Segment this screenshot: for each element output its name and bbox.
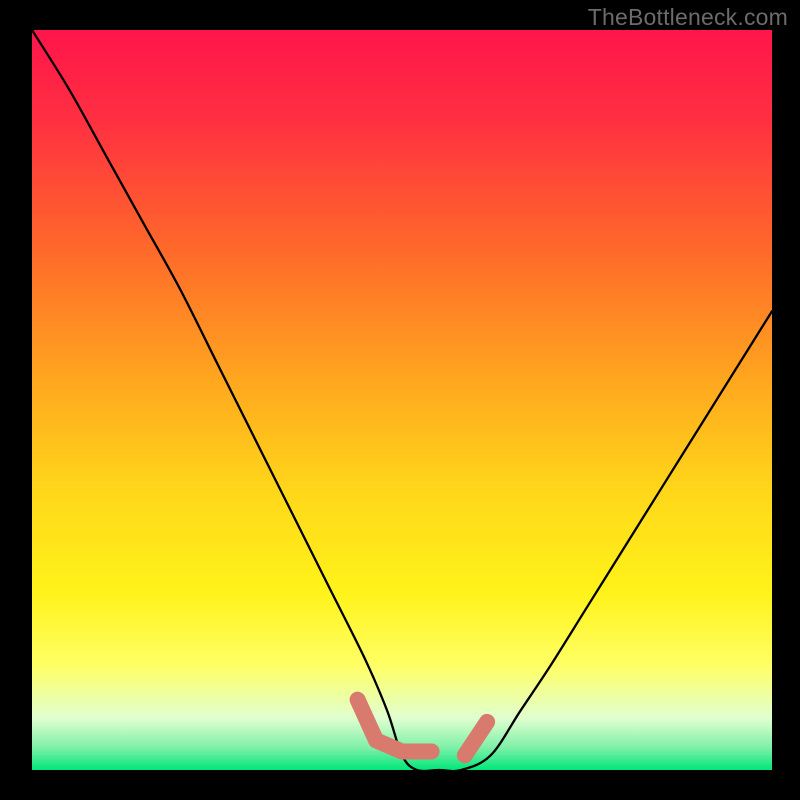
chart-svg [32, 30, 772, 770]
watermark-text: TheBottleneck.com [588, 4, 788, 31]
chart-frame: TheBottleneck.com [0, 0, 800, 800]
gradient-background [32, 30, 772, 770]
bottleneck-chart [32, 30, 772, 770]
